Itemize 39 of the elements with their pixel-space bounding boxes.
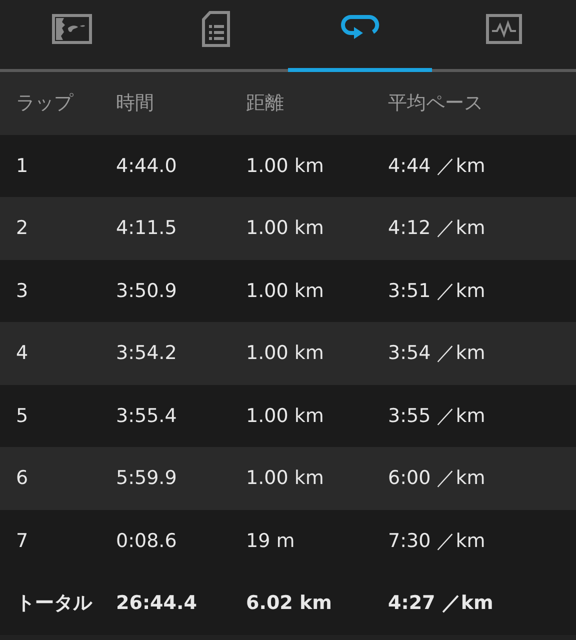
table-cell-text: 1.00 km [246, 404, 325, 427]
total-cell-text: 4:27 ／km [388, 591, 494, 616]
total-cell-text: 26:44.4 [116, 592, 198, 614]
total-cell-text: 6.02 km [246, 592, 333, 614]
table-cell-text: 7:30 ／km [388, 528, 486, 554]
table-cell-text: 4:11.5 [116, 217, 178, 240]
table-cell-text: 1.00 km [246, 280, 325, 302]
table-cell-text: 1.00 km [246, 154, 325, 177]
table-cell-text: 19 m [246, 530, 296, 552]
column-header: 平均ペース [388, 91, 484, 116]
map-icon [52, 14, 92, 44]
table-cell-text: 1 [16, 154, 30, 177]
table-cell-text: 4:12 ／km [388, 216, 486, 242]
table-cell-text: 7 [16, 530, 30, 552]
table-cell-text: 5 [16, 404, 30, 427]
table-cell-text: 1.00 km [246, 217, 325, 240]
table-cell-text: 3:54.2 [116, 342, 178, 364]
table-cell-text: 3:54 ／km [388, 341, 486, 366]
table-cell-text: 6:00 ／km [388, 466, 486, 492]
column-header: 時間 [116, 91, 155, 116]
table-cell-text: 3:50.9 [116, 280, 178, 302]
table-cell-text: 5:59.9 [116, 467, 178, 490]
table-cell-text: 4 [16, 342, 30, 364]
activity-chart-icon [486, 14, 522, 44]
table-cell-text: 3 [16, 280, 30, 302]
table-cell-text: 3:51 ／km [388, 278, 486, 304]
table-cell-text: 2 [16, 217, 30, 240]
document-icon [202, 11, 230, 47]
table-cell-text: 0:08.6 [116, 530, 178, 552]
table-cell-text: 1.00 km [246, 342, 325, 364]
table-cell-text: 4:44.0 [116, 154, 178, 177]
table-cell-text: 6 [16, 467, 30, 490]
table-cell-text: 3:55 ／km [388, 404, 486, 429]
table-cell-text: 1.00 km [246, 467, 325, 490]
table-cell-text: 4:44 ／km [388, 154, 486, 179]
column-header: ラップ [16, 91, 74, 116]
table-cell-text: 3:55.4 [116, 404, 178, 427]
total-cell-text: トータル [16, 591, 94, 616]
column-header: 距離 [246, 91, 285, 116]
